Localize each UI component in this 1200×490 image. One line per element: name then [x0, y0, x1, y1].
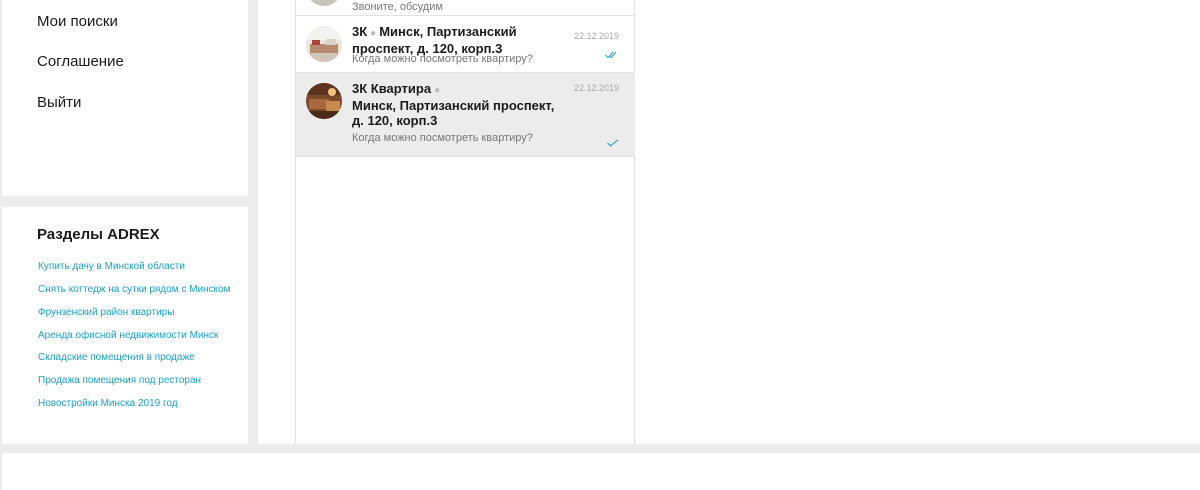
section-link[interactable]: Аренда офисной недвижимости Минск [38, 330, 218, 341]
check-icon [607, 134, 619, 152]
chat-list: Звоните, обсудим 3К ● Минск, Партизанский … [295, 0, 635, 444]
chat-preview: Звоните, обсудим [352, 1, 443, 13]
chat-item-active[interactable]: 3К Квартира ● Минск, Партизанский проспект… [296, 73, 635, 157]
section-link[interactable]: Продажа помещения под ресторан [38, 375, 201, 386]
messages-panel: Звоните, обсудим 3К ● Минск, Партизанский … [258, 0, 1200, 444]
sections-title: Разделы ADREX [37, 226, 160, 243]
footer-band [2, 453, 1200, 490]
section-link[interactable]: Фрунзенский район квартиры [38, 307, 174, 318]
menu-item-agreement[interactable]: Соглашение [37, 53, 124, 70]
avatar [306, 26, 342, 62]
chat-title-prefix: 3К Квартира [352, 81, 432, 96]
menu-item-logout[interactable]: Выйти [37, 94, 81, 111]
chat-item[interactable]: 3К ● Минск, Партизанский проспект, д. 120,… [296, 16, 635, 73]
chat-title: 3К ● Минск, Партизанский проспект, д. 120,… [352, 24, 517, 56]
avatar [306, 83, 342, 119]
section-link[interactable]: Складские помещения в продаже [38, 352, 195, 363]
chat-preview: Когда можно посмотреть квартиру? [352, 132, 533, 144]
section-link[interactable]: Новостройки Минска 2019 год [38, 398, 178, 409]
chat-title-prefix: 3К [352, 24, 368, 39]
section-link[interactable]: Снять коттедж на сутки рядом с Минском [38, 284, 231, 295]
section-link[interactable]: Купить дачу в Минской области [38, 261, 185, 272]
avatar [306, 0, 342, 6]
chat-item-partial[interactable]: Звоните, обсудим [296, 0, 635, 16]
menu-item-my-searches[interactable]: Мои поиски [37, 13, 118, 30]
chat-title: 3К Квартира ● Минск, Партизанский проспект… [352, 81, 555, 128]
double-check-icon [605, 46, 619, 64]
sections-panel: Разделы ADREX Купить дачу в Минской обла… [2, 207, 248, 444]
chat-title-address: Минск, Партизанский проспект, д. 120, ко… [352, 98, 555, 128]
user-menu-panel: Мои поиски Соглашение Выйти [2, 0, 248, 196]
chat-preview: Когда можно посмотреть квартиру? [352, 53, 533, 65]
chat-date: 22.12.2019 [573, 83, 619, 93]
chat-date: 22.12.2019 [573, 31, 619, 41]
